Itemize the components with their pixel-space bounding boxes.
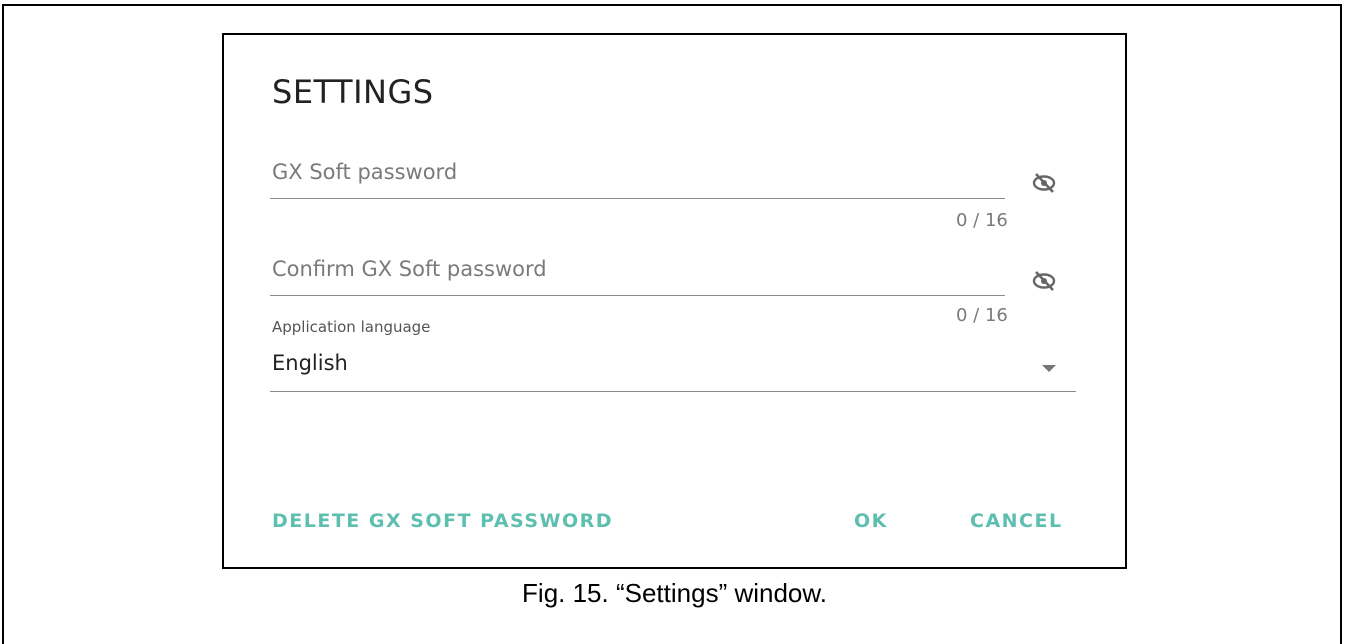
password-placeholder: GX Soft password [272,160,458,184]
password-field[interactable]: GX Soft password [270,160,1005,202]
confirm-password-underline [270,295,1005,296]
eye-off-icon[interactable] [1030,269,1058,293]
language-label: Application language [272,318,431,336]
cancel-button[interactable]: CANCEL [970,510,1063,532]
confirm-password-field[interactable]: Confirm GX Soft password [270,257,1005,299]
confirm-password-counter: 0 / 16 [956,305,1008,326]
caret-down-icon[interactable] [1042,365,1056,372]
ok-button[interactable]: OK [854,510,888,532]
eye-off-icon[interactable] [1030,171,1058,195]
figure-caption: Fig. 15. “Settings” window. [522,578,827,608]
password-counter: 0 / 16 [956,210,1008,231]
dialog-title: SETTINGS [272,73,434,111]
password-underline [270,198,1005,199]
page: SETTINGS GX Soft password 0 / 16 Confirm… [0,0,1349,644]
settings-dialog: SETTINGS GX Soft password 0 / 16 Confirm… [222,33,1127,569]
language-select[interactable]: English [272,351,348,375]
delete-password-button[interactable]: DELETE GX SOFT PASSWORD [272,510,613,532]
confirm-password-placeholder: Confirm GX Soft password [272,257,547,281]
language-underline [270,391,1076,392]
